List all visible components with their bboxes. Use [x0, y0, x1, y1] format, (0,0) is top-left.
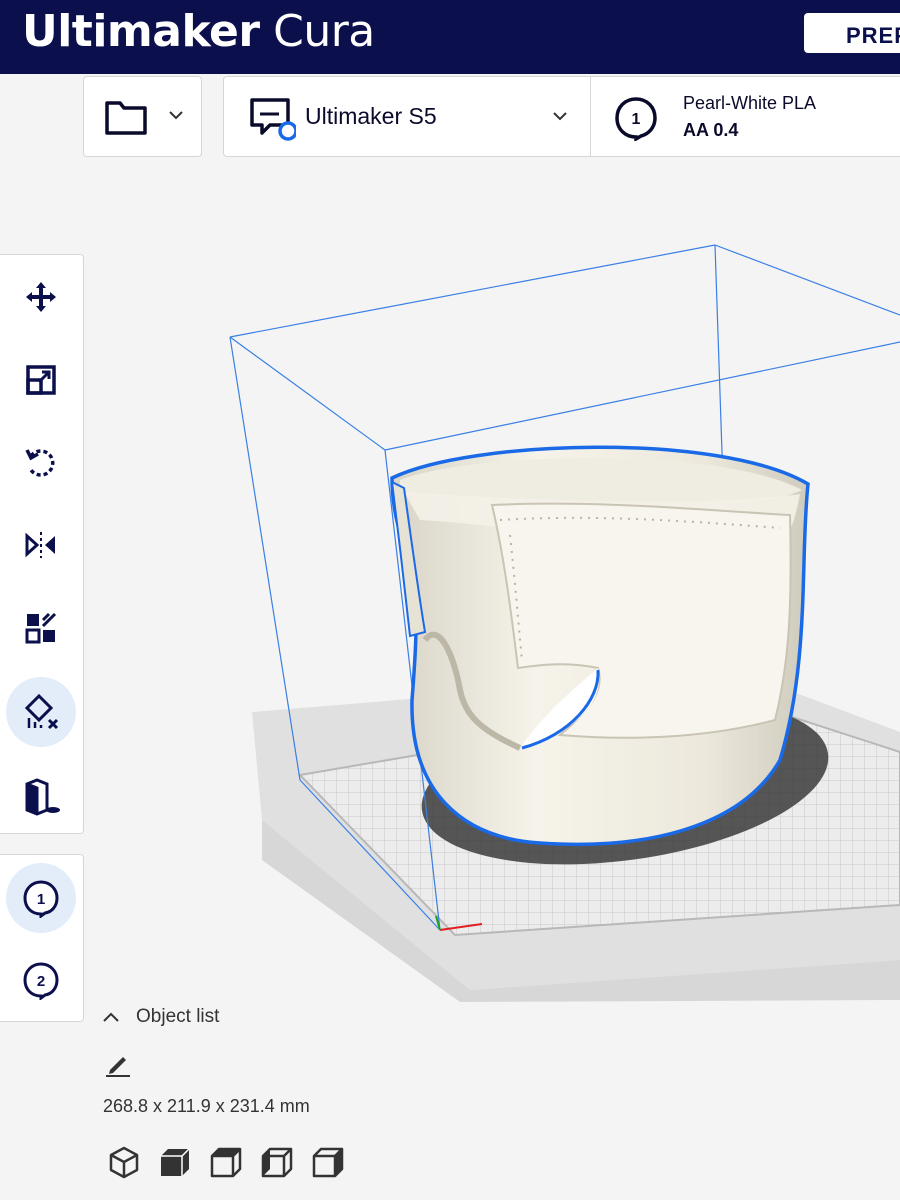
- support-blocker-button[interactable]: [6, 677, 76, 747]
- move-icon: [26, 282, 56, 312]
- header-bar: Ultimaker Cura PREP: [0, 0, 900, 74]
- per-model-settings-button[interactable]: [6, 593, 76, 663]
- app-title-product: Cura: [273, 6, 375, 57]
- right-view-icon[interactable]: [310, 1144, 346, 1180]
- material-selector[interactable]: 1 Pearl-White PLA AA 0.4: [590, 76, 900, 157]
- object-list-label: Object list: [136, 1006, 220, 1027]
- extruder-number: 1: [632, 111, 641, 128]
- object-placement-icon: [25, 778, 60, 816]
- tab-prepare[interactable]: PREP: [804, 13, 900, 53]
- app-title-brand: Ultimaker: [22, 6, 260, 57]
- support-blocker-icon: [24, 693, 59, 730]
- extruder-1-icon: 1: [23, 880, 59, 918]
- folder-icon: [105, 101, 147, 135]
- extruder-2-icon: 2: [23, 962, 59, 1000]
- app-title: Ultimaker Cura: [22, 6, 375, 57]
- nozzle-name: AA 0.4: [683, 120, 739, 140]
- chevron-down-icon: [553, 112, 567, 121]
- front-view-icon[interactable]: [157, 1144, 193, 1180]
- extruder-1-button[interactable]: 1: [6, 863, 76, 933]
- mirror-icon: [25, 532, 55, 558]
- per-model-settings-icon: [25, 612, 57, 644]
- object-list-toggle[interactable]: Object list: [100, 1002, 219, 1032]
- chevron-up-icon: [103, 1012, 119, 1022]
- top-view-icon[interactable]: [208, 1144, 244, 1180]
- printer-selector[interactable]: Ultimaker S5: [223, 76, 591, 157]
- edit-name-icon[interactable]: [104, 1052, 132, 1078]
- scale-icon: [26, 365, 56, 395]
- model-cup[interactable]: [390, 445, 810, 847]
- mirror-tool-button[interactable]: [6, 510, 76, 580]
- chevron-down-icon: [169, 111, 183, 120]
- material-name: Pearl-White PLA: [683, 93, 817, 113]
- extruder-2-button[interactable]: 2: [6, 945, 76, 1015]
- rotate-tool-button[interactable]: [6, 427, 76, 497]
- move-tool-button[interactable]: [6, 262, 76, 332]
- object-placement-button[interactable]: [6, 761, 76, 831]
- left-view-icon[interactable]: [259, 1144, 295, 1180]
- tool-panel: [0, 254, 84, 834]
- extruder-1-label: 1: [37, 891, 45, 908]
- printer-name: Ultimaker S5: [305, 103, 437, 129]
- scale-tool-button[interactable]: [6, 345, 76, 415]
- extruder-2-label: 2: [37, 973, 45, 990]
- open-file-button[interactable]: [83, 76, 202, 157]
- model-dimensions: 268.8 x 211.9 x 231.4 mm: [103, 1096, 310, 1116]
- 3d-view-icon[interactable]: [106, 1144, 142, 1180]
- extruder-panel: 1 2: [0, 854, 84, 1022]
- rotate-icon: [25, 449, 55, 477]
- extruder-icon: 1: [615, 97, 657, 141]
- printer-icon: [250, 98, 296, 141]
